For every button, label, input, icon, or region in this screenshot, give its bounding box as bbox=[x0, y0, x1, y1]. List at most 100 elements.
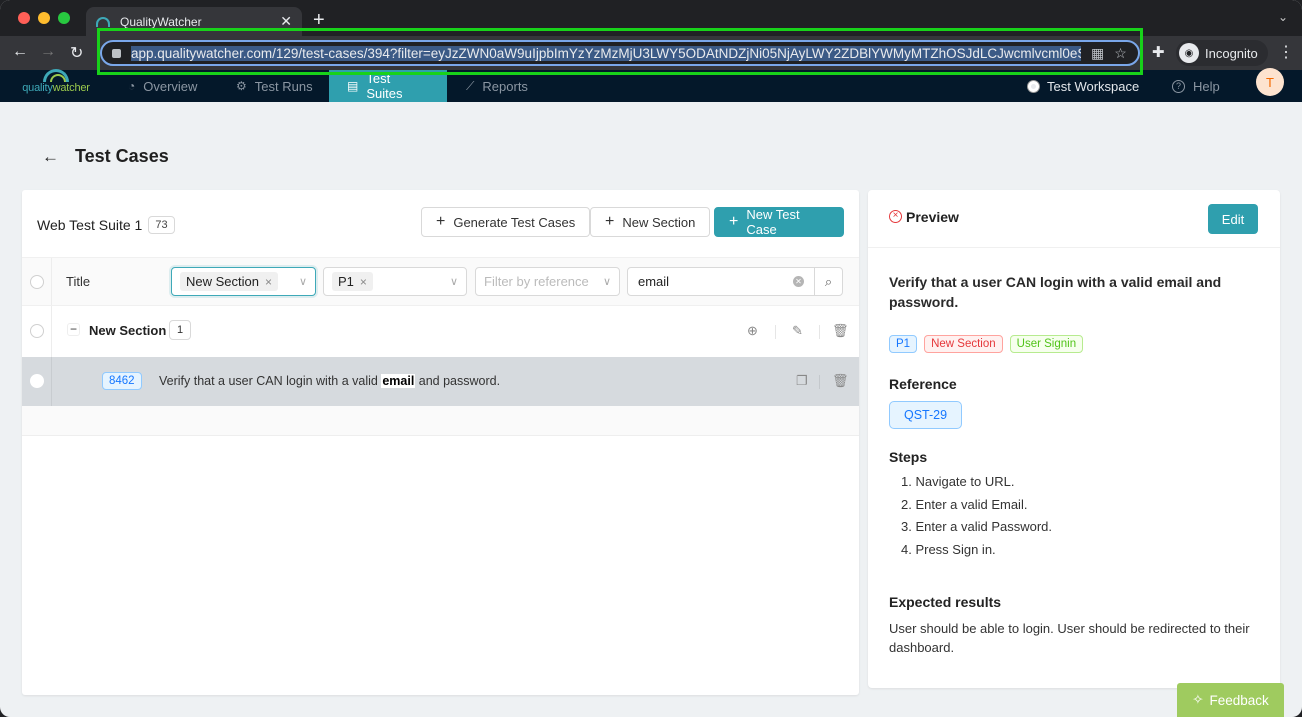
case-title[interactable]: Verify that a user CAN login with a vali… bbox=[159, 374, 500, 388]
gauge-logo-icon bbox=[43, 69, 69, 82]
user-avatar[interactable]: T bbox=[1256, 68, 1284, 96]
plus-icon: + bbox=[605, 213, 615, 230]
generate-test-cases-button[interactable]: + Generate Test Cases bbox=[421, 207, 591, 237]
workspace-selector[interactable]: Test Workspace bbox=[1028, 70, 1139, 102]
nav-overview-label: Overview bbox=[143, 78, 198, 94]
feedback-button[interactable]: ✧ Feedback bbox=[1177, 683, 1284, 717]
logo-text-suffix: watcher bbox=[52, 82, 90, 94]
section-filter-select[interactable]: New Section × ∨ bbox=[171, 267, 316, 296]
section-filter-tag: New Section × bbox=[180, 272, 278, 291]
pie-chart-icon: ◔ bbox=[128, 79, 136, 93]
priority-tag: P1 bbox=[889, 335, 918, 353]
chevron-down-icon: ∨ bbox=[602, 276, 611, 288]
priority-filter-select[interactable]: P1 × ∨ bbox=[323, 267, 467, 296]
page-title: Test Cases bbox=[75, 146, 169, 166]
url-text[interactable]: app.qualitywatcher.com/129/test-cases/39… bbox=[131, 45, 1081, 61]
expected-results-text: User should be able to login. User shoul… bbox=[889, 621, 1250, 655]
incognito-profile[interactable]: ◉ Incognito bbox=[1176, 40, 1268, 66]
search-icon[interactable]: ⌕ bbox=[814, 268, 842, 295]
collapse-section-icon[interactable]: − bbox=[67, 323, 80, 336]
reference-heading: Reference bbox=[889, 376, 957, 392]
tab-bar: QualityWatcher ✕ + ⌄ bbox=[0, 0, 1302, 36]
sparkle-star-icon: ✧ bbox=[1192, 692, 1204, 707]
maximize-window-button[interactable] bbox=[58, 12, 70, 24]
browser-toolbar: ← → ↻ app.qualitywatcher.com/129/test-ca… bbox=[0, 36, 1302, 70]
minimize-window-button[interactable] bbox=[38, 12, 50, 24]
browser-tab[interactable]: QualityWatcher ✕ bbox=[86, 7, 302, 36]
workspace-dot-icon bbox=[1028, 80, 1039, 92]
back-arrow-icon[interactable]: ← bbox=[42, 147, 59, 167]
chevron-down-icon: ∨ bbox=[449, 276, 458, 288]
logo-text-prefix: quality bbox=[22, 82, 53, 94]
section-row[interactable]: − New Section 1 ⊕ ✎ 🗑 bbox=[22, 306, 859, 357]
search-input[interactable]: email ✕ ⌕ bbox=[627, 267, 843, 296]
reference-filter-select[interactable]: Filter by reference ∨ bbox=[475, 267, 620, 296]
tab-search-chevron-icon[interactable]: ⌄ bbox=[1278, 10, 1288, 24]
generate-label: Generate Test Cases bbox=[453, 214, 576, 230]
close-preview-icon[interactable]: × bbox=[889, 210, 902, 223]
new-test-case-button[interactable]: + New Test Case bbox=[714, 207, 844, 237]
preview-title: Preview bbox=[906, 209, 959, 225]
case-id-badge: 8462 bbox=[102, 372, 142, 390]
help-link[interactable]: ? Help bbox=[1172, 70, 1220, 102]
step-item: 3. Enter a valid Password. bbox=[901, 519, 1053, 534]
reference-chip[interactable]: QST-29 bbox=[889, 401, 963, 429]
steps-heading: Steps bbox=[889, 449, 928, 465]
qr-code-icon[interactable]: ▦ bbox=[1091, 45, 1104, 62]
document-icon: ▤ bbox=[347, 79, 359, 93]
copy-icon[interactable]: ❐ bbox=[796, 373, 808, 389]
filter-row: Title New Section × ∨ P1 × ∨ Filter by r… bbox=[22, 257, 859, 306]
section-tag-label: New Section bbox=[186, 274, 259, 289]
delete-trash-icon[interactable]: 🗑 bbox=[832, 323, 849, 339]
plus-icon: + bbox=[436, 213, 446, 230]
help-label: Help bbox=[1193, 78, 1220, 94]
close-window-button[interactable] bbox=[18, 12, 30, 24]
select-all-checkbox[interactable] bbox=[30, 275, 44, 289]
test-case-row[interactable]: 8462 Verify that a user CAN login with a… bbox=[22, 357, 859, 406]
remove-tag-icon[interactable]: × bbox=[360, 275, 367, 289]
app-logo[interactable]: qualitywatcher bbox=[18, 69, 94, 94]
forward-nav-icon[interactable]: → bbox=[40, 43, 56, 61]
extensions-icon[interactable]: ✚ bbox=[1152, 43, 1165, 61]
address-bar[interactable]: app.qualitywatcher.com/129/test-cases/39… bbox=[100, 40, 1140, 66]
back-nav-icon[interactable]: ← bbox=[12, 43, 28, 61]
nav-test-suites[interactable]: ▤ Test Suites bbox=[329, 70, 447, 102]
workspace-label: Test Workspace bbox=[1047, 78, 1140, 94]
edit-button[interactable]: Edit bbox=[1208, 204, 1258, 234]
suite-name: Web Test Suite 1 bbox=[37, 217, 143, 233]
close-tab-icon[interactable]: ✕ bbox=[280, 13, 292, 30]
remove-tag-icon[interactable]: × bbox=[265, 275, 272, 289]
lock-icon bbox=[112, 48, 121, 58]
browser-menu-icon[interactable]: ⋮ bbox=[1278, 42, 1294, 62]
clear-search-icon[interactable]: ✕ bbox=[793, 276, 804, 287]
chevron-down-icon: ∨ bbox=[298, 276, 307, 288]
bookmark-star-icon[interactable]: ☆ bbox=[1114, 45, 1127, 62]
plus-icon: + bbox=[729, 213, 739, 230]
expected-heading: Expected results bbox=[889, 594, 1002, 610]
test-cases-panel: Web Test Suite 1 73 + Generate Test Case… bbox=[22, 190, 859, 695]
edit-pencil-icon[interactable]: ✎ bbox=[792, 323, 803, 339]
case-description: Verify that a user CAN login with a vali… bbox=[889, 274, 1222, 310]
search-value[interactable]: email bbox=[628, 274, 793, 289]
nav-overview[interactable]: ◔ Overview bbox=[110, 70, 215, 102]
section-name: New Section bbox=[89, 323, 167, 338]
preview-panel: × Preview Edit Verify that a user CAN lo… bbox=[868, 190, 1280, 688]
nav-test-suites-label: Test Suites bbox=[366, 71, 403, 101]
case-checkbox[interactable] bbox=[30, 374, 44, 388]
help-icon: ? bbox=[1172, 79, 1185, 93]
new-tab-button[interactable]: + bbox=[313, 9, 325, 32]
nav-test-runs[interactable]: ⚙ Test Runs bbox=[218, 70, 331, 102]
favicon-icon bbox=[96, 16, 110, 27]
delete-trash-icon[interactable]: 🗑 bbox=[832, 373, 849, 389]
incognito-icon: ◉ bbox=[1179, 43, 1199, 63]
reload-icon[interactable]: ↻ bbox=[70, 43, 83, 63]
gear-icon: ⚙ bbox=[236, 79, 247, 93]
section-checkbox[interactable] bbox=[30, 324, 44, 338]
label-tag: User Signin bbox=[1009, 335, 1084, 353]
new-section-button[interactable]: + New Section bbox=[590, 207, 711, 237]
nav-reports[interactable]: ⟋ Reports bbox=[448, 70, 546, 102]
suite-count-badge: 73 bbox=[148, 216, 175, 234]
nav-reports-label: Reports bbox=[482, 78, 528, 94]
add-case-icon[interactable]: ⊕ bbox=[747, 323, 758, 339]
incognito-label: Incognito bbox=[1205, 45, 1258, 61]
